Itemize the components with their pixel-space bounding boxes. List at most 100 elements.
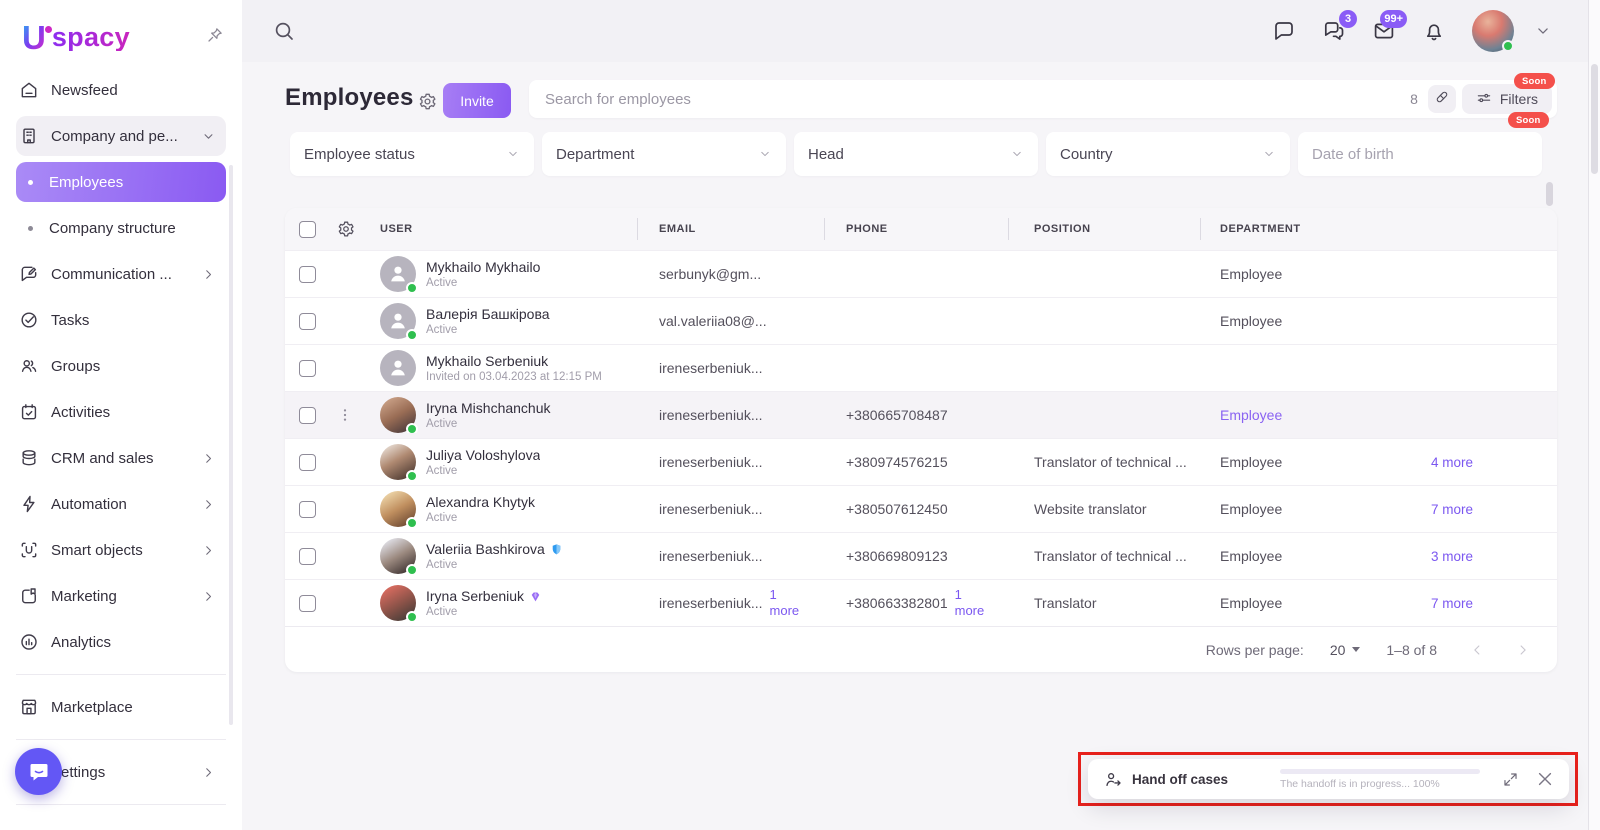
sidebar-item-activities[interactable]: Activities xyxy=(16,392,226,432)
kebab-menu-icon[interactable] xyxy=(337,407,353,423)
cell-checkbox xyxy=(285,454,337,471)
caret-down-icon xyxy=(1352,647,1360,652)
filter-head[interactable]: Head xyxy=(794,132,1038,176)
column-header-phone[interactable]: PHONE xyxy=(824,208,1008,250)
filter-label: Country xyxy=(1060,146,1113,163)
row-checkbox[interactable] xyxy=(299,360,316,377)
column-header-email[interactable]: EMAIL xyxy=(637,208,824,250)
department-text[interactable]: Employee xyxy=(1220,407,1282,423)
department-more-link[interactable]: 4 more xyxy=(1431,455,1473,470)
global-search-icon[interactable] xyxy=(272,19,296,43)
chevron-right-icon xyxy=(201,543,216,558)
table-row[interactable]: Alexandra KhytykActiveireneserbeniuk...+… xyxy=(285,485,1557,532)
department-text: Employee xyxy=(1220,501,1282,517)
filter-department[interactable]: Department xyxy=(542,132,786,176)
department-more-link[interactable]: 7 more xyxy=(1431,596,1473,611)
chat-launcher-button[interactable] xyxy=(15,748,62,795)
chevron-right-icon xyxy=(201,589,216,604)
row-checkbox[interactable] xyxy=(299,313,316,330)
row-checkbox[interactable] xyxy=(299,595,316,612)
sidebar-item-newsfeed[interactable]: Newsfeed xyxy=(16,70,226,110)
chevron-down-icon xyxy=(506,147,520,161)
user-text: Mykhailo SerbeniukInvited on 03.04.2023 … xyxy=(426,353,602,383)
sidebar-item-tasks[interactable]: Tasks xyxy=(16,300,226,340)
close-icon[interactable] xyxy=(1535,769,1555,789)
page-scrollbar[interactable] xyxy=(1588,0,1600,830)
table-row[interactable]: Mykhailo MykhailoActiveserbunyk@gm...Emp… xyxy=(285,250,1557,297)
filter-date-of-birth[interactable]: Date of birth xyxy=(1298,132,1542,176)
phone-text: +380665708487 xyxy=(846,407,948,423)
sidebar-item-marketing[interactable]: Marketing xyxy=(16,576,226,616)
email-more-link[interactable]: 1 more xyxy=(770,587,808,620)
sidebar-item-smart-objects[interactable]: Smart objects xyxy=(16,530,226,570)
sidebar-item-label: Automation xyxy=(51,496,127,513)
next-page-chevron-icon[interactable] xyxy=(1515,642,1531,658)
row-checkbox[interactable] xyxy=(299,407,316,424)
pin-icon[interactable] xyxy=(206,26,224,49)
sidebar-item-communication[interactable]: Communication ... xyxy=(16,254,226,294)
table-row[interactable]: Juliya VoloshylovaActiveireneserbeniuk..… xyxy=(285,438,1557,485)
table-row[interactable]: Iryna SerbeniukActiveireneserbeniuk...1 … xyxy=(285,579,1557,626)
previous-page-chevron-icon[interactable] xyxy=(1469,642,1485,658)
sidebar-item-label: Analytics xyxy=(51,634,111,651)
cell-user: Iryna MishchanchukActive xyxy=(361,397,637,433)
filter-employee-status[interactable]: Employee status xyxy=(290,132,534,176)
sidebar-item-crm-and-sales[interactable]: CRM and sales xyxy=(16,438,226,478)
employee-search-input[interactable] xyxy=(545,91,1410,108)
clear-search-button[interactable] xyxy=(1428,85,1456,113)
filters-label: Filters xyxy=(1500,91,1538,107)
bell-icon[interactable] xyxy=(1422,19,1446,43)
cell-position: Translator of technical ... xyxy=(1008,454,1200,470)
column-header-position[interactable]: POSITION xyxy=(1008,208,1200,250)
comment-icon[interactable] xyxy=(1272,19,1296,43)
sidebar-item-employees[interactable]: Employees xyxy=(16,162,226,202)
cell-more: 4 more xyxy=(1365,455,1557,470)
position-text: Translator of technical ... xyxy=(1034,454,1187,470)
sidebar-item-company-structure[interactable]: Company structure xyxy=(16,208,226,248)
main-content: Employees Invite 8 Filters Soon Employee… xyxy=(242,62,1600,830)
table-row[interactable]: Mykhailo SerbeniukInvited on 03.04.2023 … xyxy=(285,344,1557,391)
pagination-nav xyxy=(1469,642,1531,658)
sidebar-item-groups[interactable]: Groups xyxy=(16,346,226,386)
user-avatar[interactable] xyxy=(1472,10,1514,52)
filter-country[interactable]: Country xyxy=(1046,132,1290,176)
uspacy-app: U spacy NewsfeedCompany and pe...Employe… xyxy=(0,0,1600,830)
phone-more-link[interactable]: 1 more xyxy=(955,587,993,620)
column-header-user[interactable]: USER xyxy=(361,208,637,250)
email-text: ireneserbeniuk... xyxy=(659,454,763,470)
table-row[interactable]: Iryna MishchanchukActiveireneserbeniuk..… xyxy=(285,391,1557,438)
select-all-checkbox[interactable] xyxy=(299,221,316,238)
invite-button[interactable]: Invite xyxy=(443,83,511,118)
chevron-right-icon xyxy=(201,267,216,282)
table-row[interactable]: Валерія БашкіроваActiveval.valeriia08@..… xyxy=(285,297,1557,344)
row-checkbox[interactable] xyxy=(299,454,316,471)
mail-icon[interactable]: 99+ xyxy=(1372,19,1396,43)
rows-per-page-select[interactable]: 20 xyxy=(1330,642,1361,658)
person-icon xyxy=(386,355,410,382)
cell-user: Валерія БашкіроваActive xyxy=(361,303,637,339)
row-checkbox[interactable] xyxy=(299,501,316,518)
table-settings-gear-icon[interactable] xyxy=(337,220,355,238)
chats-icon[interactable]: 3 xyxy=(1322,19,1346,43)
department-more-link[interactable]: 3 more xyxy=(1431,549,1473,564)
sidebar-item-analytics[interactable]: Analytics xyxy=(16,622,226,662)
table-row[interactable]: Valeriia BashkirovaActiveireneserbeniuk.… xyxy=(285,532,1557,579)
row-checkbox[interactable] xyxy=(299,548,316,565)
sidebar-item-marketplace[interactable]: Marketplace xyxy=(16,687,226,727)
user-status: Active xyxy=(426,606,542,618)
bullet-icon xyxy=(28,180,33,185)
row-checkbox[interactable] xyxy=(299,266,316,283)
page-scrollbar-thumb[interactable] xyxy=(1591,64,1598,174)
user-name-row: Alexandra Khytyk xyxy=(426,494,535,510)
page-settings-gear-icon[interactable] xyxy=(418,92,437,111)
cell-phone: +380669809123 xyxy=(824,548,1008,564)
page-title: Employees xyxy=(285,84,414,112)
department-more-link[interactable]: 7 more xyxy=(1431,502,1473,517)
sidebar-item-company-and-people[interactable]: Company and pe... xyxy=(16,116,226,156)
content-scrollbar-thumb[interactable] xyxy=(1546,182,1553,206)
sidebar-item-automation[interactable]: Automation xyxy=(16,484,226,524)
sidebar-scrollbar[interactable] xyxy=(229,165,233,725)
expand-icon[interactable] xyxy=(1502,771,1519,788)
column-header-department[interactable]: DEPARTMENT xyxy=(1200,208,1365,250)
profile-chevron-down-icon[interactable] xyxy=(1534,22,1552,40)
